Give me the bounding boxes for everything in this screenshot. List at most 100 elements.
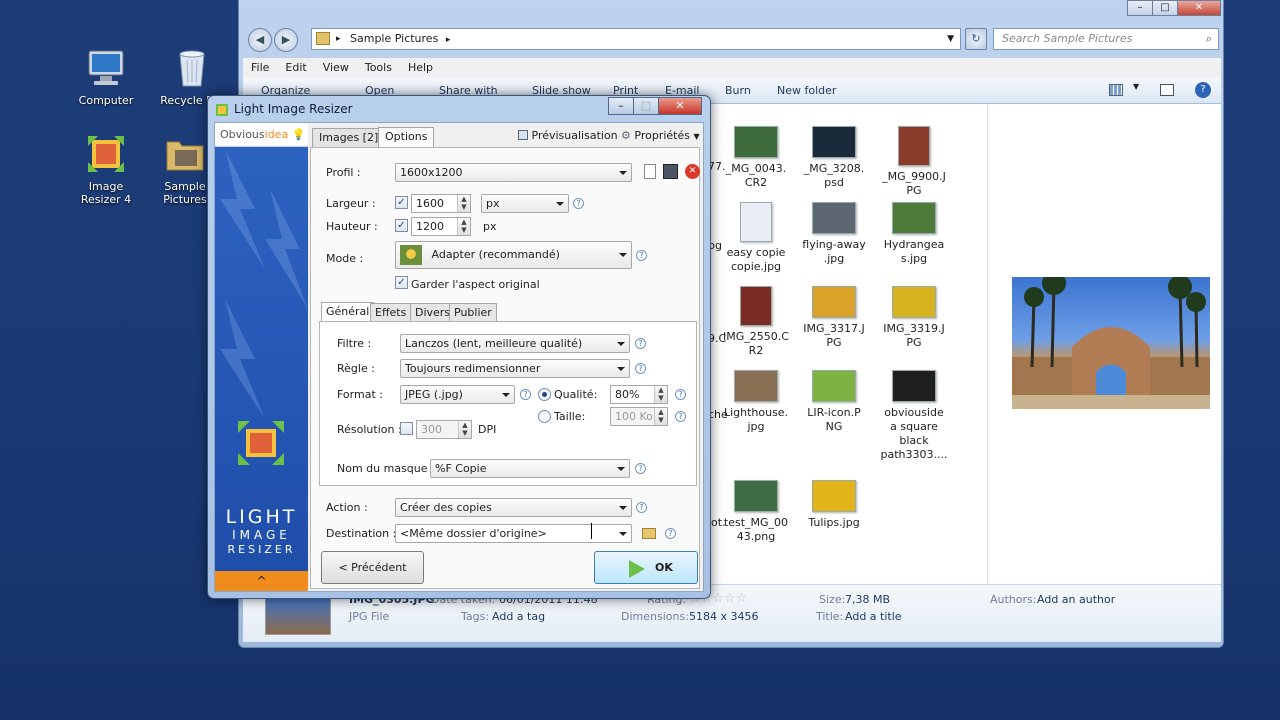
desktop-icon-computer[interactable]: Computer [71,46,141,107]
help-icon[interactable]: ? [635,463,646,474]
preview-button[interactable]: Prévisualisation [518,129,618,142]
file-item[interactable]: IMG_3319.J PG [874,286,954,350]
unit-select[interactable]: px [481,194,569,213]
tab-effects[interactable]: Effets [370,303,412,321]
address-bar[interactable]: ▸ Sample Pictures ▸ ▼ [311,28,961,50]
minimize-button[interactable]: – [1127,0,1153,16]
file-item[interactable]: Lighthouse. jpg [716,370,796,434]
dialog-maximize-button[interactable]: □ [633,97,659,115]
help-icon[interactable]: ? [635,363,646,374]
file-item[interactable]: Hydrangea s.jpg [874,202,954,266]
file-item[interactable]: _MG_9900.J PG [874,126,954,198]
spin-arrows-icon[interactable]: ▲ ▼ [654,386,667,403]
action-select[interactable]: Créer des copies [395,498,632,517]
file-item[interactable]: easy copie copie.jpg [716,202,796,274]
search-input[interactable]: Search Sample Pictures ⌕ [993,28,1219,50]
height-input[interactable]: 1200 ▲ ▼ [411,217,471,236]
tab-options[interactable]: Options [378,127,435,147]
save-icon[interactable] [663,164,678,179]
destination-select[interactable]: <Même dossier d'origine> [395,524,632,543]
file-item[interactable]: flying-away .jpg [794,202,874,266]
help-icon[interactable]: ? [636,502,647,513]
size-radio[interactable] [538,410,551,423]
menu-tools[interactable]: Tools [357,58,400,78]
file-item[interactable]: _MG_0043. CR2 [716,126,796,190]
help-icon[interactable]: ? [675,411,686,422]
tab-publish[interactable]: Publier [449,303,497,321]
tab-images[interactable]: Images [2] [312,128,386,147]
help-icon[interactable]: ? [665,528,676,539]
spin-arrows-icon[interactable]: ▲ ▼ [457,195,470,212]
desktop-icon-image-resizer[interactable]: Image Resizer 4 [71,132,141,206]
file-item[interactable]: _MG_3208. psd [794,126,874,190]
resolution-checkbox[interactable] [400,422,413,435]
forward-button[interactable]: ▶ [274,28,298,52]
file-item[interactable]: IMG_2550.C R2 [716,286,796,358]
profile-select[interactable]: 1600x1200 [395,163,632,182]
destination-label: Destination : [326,527,397,540]
dialog-minimize-button[interactable]: – [608,97,634,115]
keep-aspect-checkbox[interactable]: ✓ [395,276,408,289]
new-folder-button[interactable]: New folder [777,78,836,104]
dialog-close-button[interactable]: ✕ [658,97,702,115]
burn-button[interactable]: Burn [725,78,751,104]
preview-pane-icon[interactable] [1160,84,1174,96]
details-authors[interactable]: Add an author [1037,593,1115,606]
brand-sidebar: Obviousidea 💡 LIGHT IMAGE RESIZER ^ [215,123,308,591]
dpi-label: DPI [478,423,497,436]
spin-arrows-icon[interactable]: ▲ ▼ [654,408,667,425]
close-button[interactable]: ✕ [1177,0,1221,16]
help-icon[interactable]: ? [635,338,646,349]
mask-select[interactable]: %F Copie [430,459,630,478]
refresh-button[interactable]: ↻ [965,28,987,50]
help-icon[interactable]: ? [636,250,647,261]
forward-arrow-icon: ▶ [281,33,291,46]
menu-file[interactable]: File [243,58,277,78]
view-options-icon[interactable] [1109,84,1123,96]
resolution-input[interactable]: 300 ▲ ▼ [416,420,472,439]
back-button[interactable]: ◀ [248,28,272,52]
format-select[interactable]: JPEG (.jpg) [400,385,515,404]
ok-button[interactable]: OK [594,551,698,584]
quality-input[interactable]: 80% ▲ ▼ [610,385,668,404]
file-item[interactable]: test_MG_00 43.png [716,480,796,544]
spin-arrows-icon[interactable]: ▲ ▼ [458,421,471,438]
new-profile-icon[interactable] [644,164,656,179]
menu-edit[interactable]: Edit [277,58,314,78]
breadcrumb-sample-pictures[interactable]: Sample Pictures [350,32,438,45]
spin-arrows-icon[interactable]: ▲ ▼ [457,218,470,235]
menu-view[interactable]: View [315,58,357,78]
details-authors-label: Authors: [990,593,1037,606]
previous-button[interactable]: < Précédent [321,551,424,584]
details-title[interactable]: Add a title [845,610,902,623]
properties-button[interactable]: ⚙ Propriétés ▼ [621,129,700,142]
rule-select[interactable]: Toujours redimensionner [400,359,630,378]
size-input[interactable]: 100 Ko ▲ ▼ [610,407,668,426]
desktop-icon-sample-pictures[interactable]: Sample Pictures [157,132,213,206]
collapse-button[interactable]: ^ [215,571,308,591]
address-dropdown-icon[interactable]: ▼ [947,29,954,49]
view-dropdown-icon[interactable]: ▼ [1133,82,1139,91]
browse-folder-icon[interactable] [642,528,656,539]
width-checkbox[interactable]: ✓ [395,196,408,209]
help-icon[interactable]: ? [675,389,686,400]
mode-select[interactable]: Adapter (recommandé) [395,241,632,269]
file-name: IMG_3319.J PG [883,322,945,349]
maximize-button[interactable]: □ [1152,0,1178,16]
file-item[interactable]: Tulips.jpg [794,480,874,530]
width-input[interactable]: 1600 ▲ ▼ [411,194,471,213]
file-item[interactable]: obviouside a square black path3303.... [874,370,954,462]
file-item[interactable]: LIR-icon.P NG [794,370,874,434]
menu-help[interactable]: Help [400,58,441,78]
height-checkbox[interactable]: ✓ [395,219,408,232]
back-arrow-icon: ◀ [255,33,265,46]
help-icon[interactable]: ? [573,198,584,209]
tab-general[interactable]: Général [321,302,375,322]
help-icon[interactable]: ? [1195,82,1211,98]
help-icon[interactable]: ? [520,389,531,400]
details-tags[interactable]: Add a tag [492,610,545,623]
filter-select[interactable]: Lanczos (lent, meilleure qualité) [400,334,630,353]
file-item[interactable]: IMG_3317.J PG [794,286,874,350]
delete-icon[interactable]: ✕ [685,164,700,179]
quality-radio[interactable] [538,388,551,401]
